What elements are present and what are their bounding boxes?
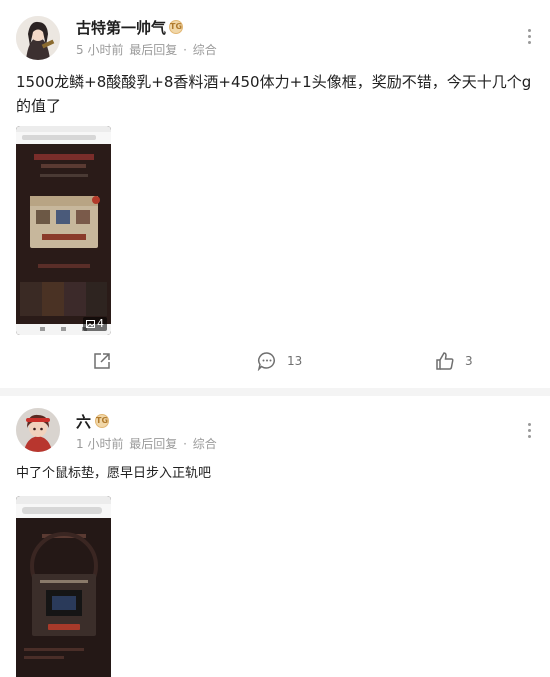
comment-count: 13 bbox=[287, 354, 303, 368]
user-badge: TG bbox=[95, 414, 109, 428]
post-meta: 5 小时前 最后回复 · 综合 bbox=[76, 41, 219, 58]
author-name[interactable]: 古特第一帅气 bbox=[76, 17, 166, 38]
share-icon bbox=[94, 353, 110, 369]
last-reply-label: 最后回复 bbox=[129, 437, 178, 451]
comment-icon bbox=[257, 352, 275, 371]
post-actions: 13 3 bbox=[0, 351, 550, 375]
more-icon[interactable] bbox=[528, 29, 532, 45]
author-name[interactable]: 六 bbox=[76, 411, 91, 432]
post-image[interactable]: 4 bbox=[16, 126, 111, 335]
meta-separator: · bbox=[183, 43, 187, 57]
post-content: 1500龙鳞+8酸酸乳+8香料酒+450体力+1头像框，奖励不错，今天十几个g的… bbox=[16, 73, 532, 115]
post-time: 1 小时前 bbox=[76, 437, 124, 451]
like-count: 3 bbox=[465, 354, 473, 368]
avatar[interactable] bbox=[16, 408, 60, 452]
image-count-badge: 4 bbox=[83, 317, 107, 331]
post-divider bbox=[0, 388, 550, 396]
post-content: 中了个鼠标垫，愿早日步入正轨吧 bbox=[16, 466, 212, 481]
last-reply-label: 最后回复 bbox=[129, 43, 178, 57]
post-time: 5 小时前 bbox=[76, 43, 124, 57]
meta-separator: · bbox=[183, 437, 187, 451]
user-badge: TG bbox=[169, 20, 183, 34]
post-meta: 1 小时前 最后回复 · 综合 bbox=[76, 435, 219, 452]
image-count: 4 bbox=[97, 317, 104, 330]
share-button[interactable] bbox=[92, 351, 112, 371]
more-icon[interactable] bbox=[528, 423, 532, 439]
image-icon bbox=[86, 320, 95, 328]
avatar[interactable] bbox=[16, 16, 60, 60]
comment-button[interactable]: 13 bbox=[257, 351, 302, 371]
post-image[interactable] bbox=[16, 496, 111, 677]
post-category[interactable]: 综合 bbox=[193, 43, 217, 57]
post-category[interactable]: 综合 bbox=[193, 437, 217, 451]
thumbs-up-icon bbox=[436, 352, 454, 370]
like-button[interactable]: 3 bbox=[435, 351, 473, 371]
